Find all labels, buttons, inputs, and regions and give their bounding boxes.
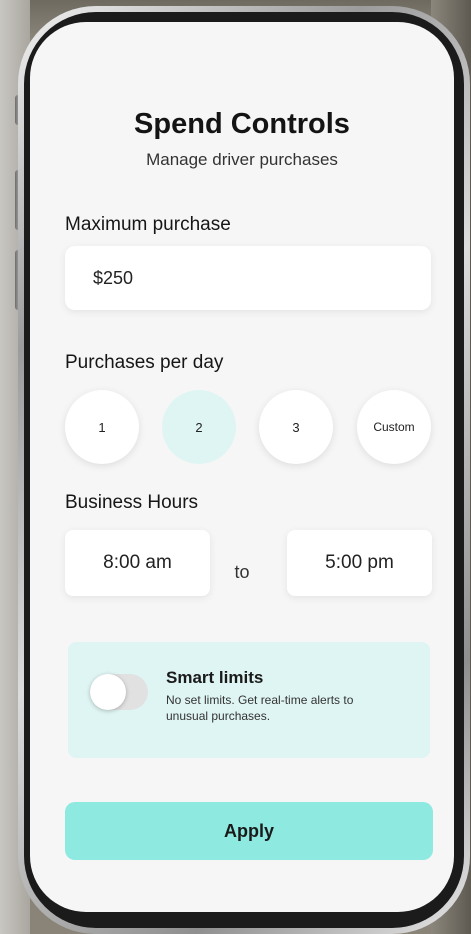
smart-limits-toggle[interactable] bbox=[90, 674, 148, 710]
smart-limits-card: Smart limits No set limits. Get real-tim… bbox=[68, 642, 430, 758]
end-time-field[interactable]: 5:00 pm bbox=[287, 530, 432, 596]
max-purchase-input[interactable]: $250 bbox=[65, 246, 431, 310]
per-day-option-label: 1 bbox=[98, 419, 106, 435]
per-day-option-3[interactable]: 3 bbox=[259, 390, 333, 464]
per-day-option-label: 2 bbox=[195, 419, 203, 435]
max-purchase-value: $250 bbox=[93, 267, 134, 288]
max-purchase-label: Maximum purchase bbox=[65, 214, 231, 235]
per-day-option-1[interactable]: 1 bbox=[65, 390, 139, 464]
per-day-option-custom[interactable]: Custom bbox=[357, 390, 431, 464]
page-subtitle: Manage driver purchases bbox=[146, 150, 338, 169]
app-screen: Spend Controls Manage driver purchases M… bbox=[30, 22, 454, 912]
business-hours-label: Business Hours bbox=[65, 492, 199, 513]
per-day-option-label: Custom bbox=[373, 420, 415, 434]
end-time-value: 5:00 pm bbox=[325, 552, 394, 573]
toggle-knob bbox=[90, 674, 126, 710]
page-title: Spend Controls bbox=[134, 108, 350, 140]
apply-button[interactable]: Apply bbox=[65, 802, 433, 860]
smart-limits-title: Smart limits bbox=[166, 668, 264, 687]
smart-limits-description: No set limits. Get real-time alerts to u… bbox=[166, 693, 354, 723]
purchases-per-day-label: Purchases per day bbox=[65, 352, 224, 373]
per-day-option-label: 3 bbox=[292, 419, 300, 435]
per-day-option-2[interactable]: 2 bbox=[162, 390, 236, 464]
